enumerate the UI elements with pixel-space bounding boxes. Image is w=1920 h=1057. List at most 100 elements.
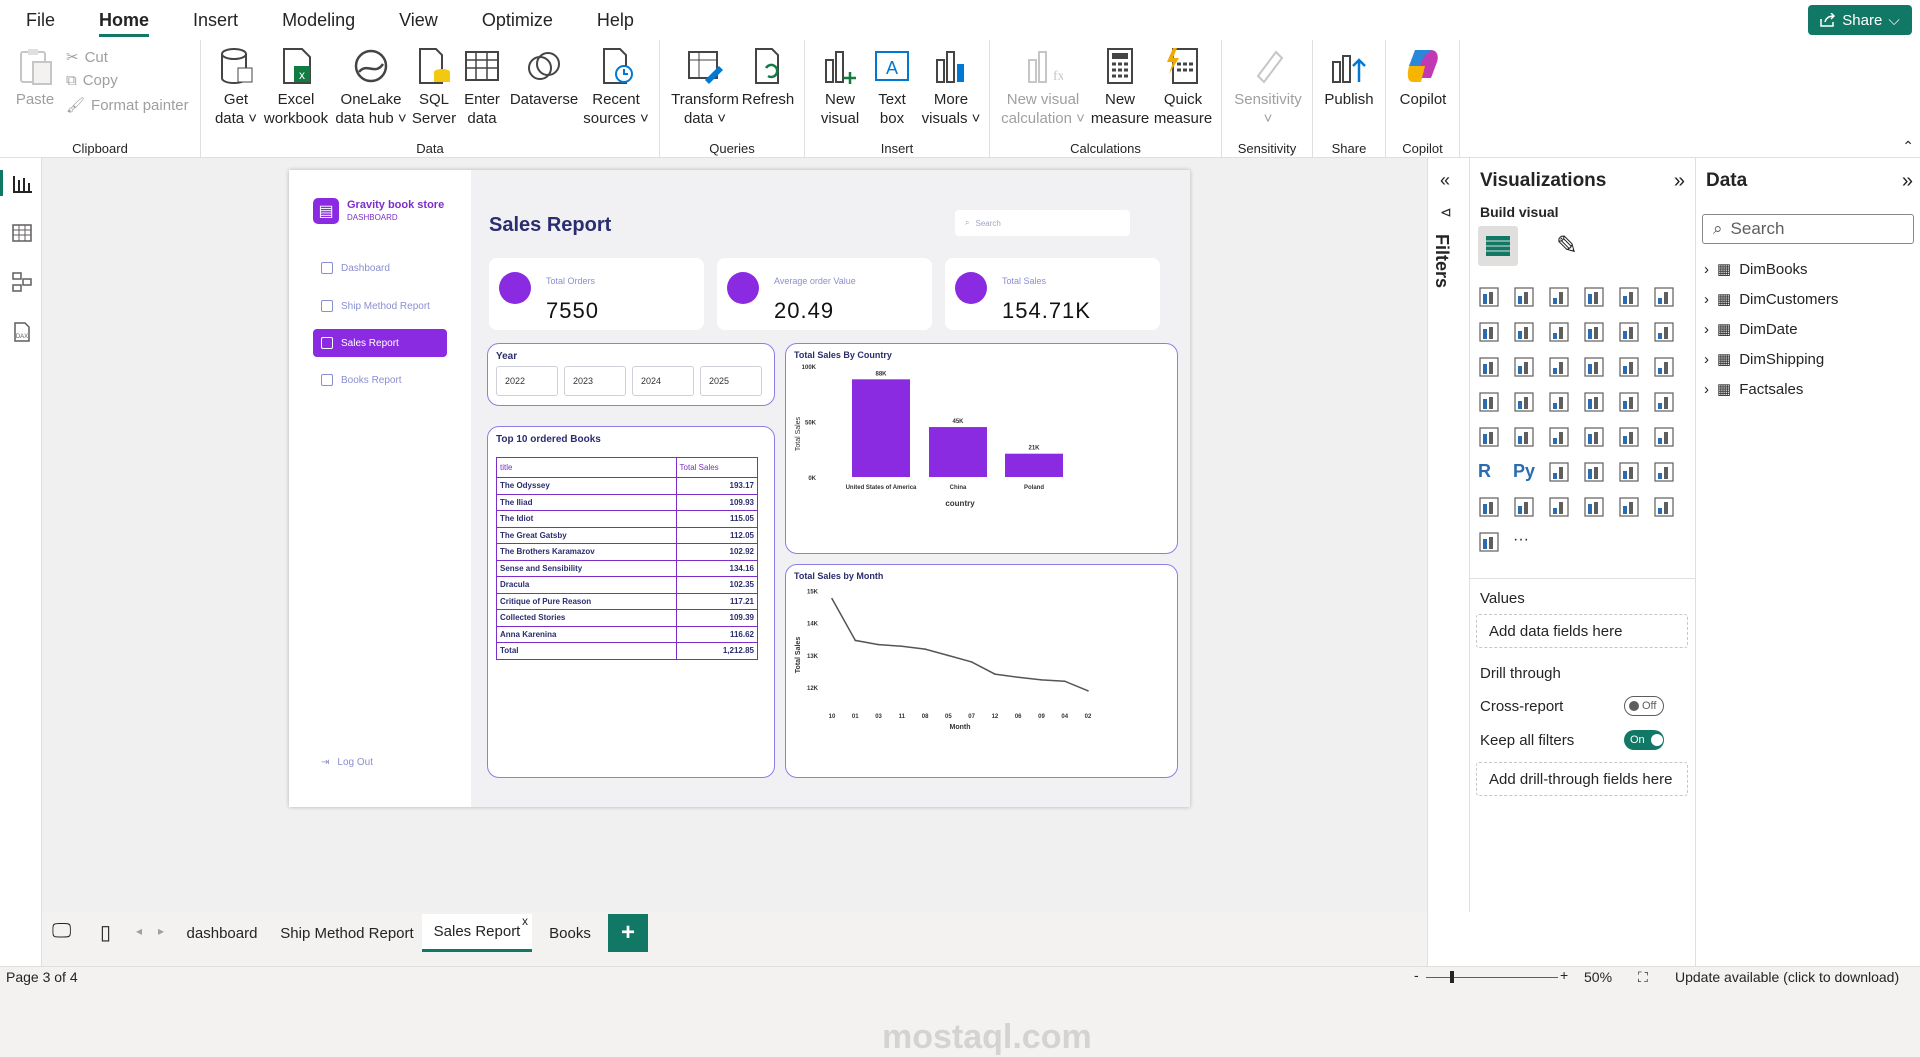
table-dimcustomers[interactable]: › ▦ DimCustomers [1704, 290, 1838, 309]
new-card-icon[interactable] [1548, 496, 1570, 518]
power-apps-icon[interactable] [1653, 496, 1675, 518]
table-row[interactable]: The Odyssey 193.17 [496, 477, 759, 495]
recent-sources-button[interactable]: Recent sources ˅ [581, 46, 651, 128]
new-slicer-icon[interactable] [1583, 496, 1605, 518]
filters-pane-collapsed[interactable]: « ⊲ Filters [1428, 158, 1470, 912]
report-view-icon[interactable] [11, 172, 33, 194]
menu-help[interactable]: Help [575, 0, 656, 40]
next-page-icon[interactable]: ▸ [158, 924, 164, 938]
cut-button[interactable]: ✂ Cut [66, 48, 108, 67]
treemap-icon[interactable] [1478, 391, 1500, 413]
table-row[interactable]: Collected Stories 109.39 [496, 609, 759, 627]
power-automate-icon[interactable] [1478, 531, 1500, 553]
tab-sales-report[interactable]: Sales Report x [422, 914, 532, 952]
year-option[interactable]: 2022 [496, 366, 558, 396]
menu-home[interactable]: Home [77, 0, 171, 40]
pie-chart-icon[interactable] [1618, 356, 1640, 378]
transform-data-button[interactable]: Transform data ˅ [670, 46, 740, 128]
funnel-chart-icon[interactable] [1548, 356, 1570, 378]
python-visual-icon[interactable]: Py [1513, 461, 1535, 483]
line-and-column-chart-icon[interactable] [1618, 321, 1640, 343]
gauge-icon[interactable] [1653, 391, 1675, 413]
onelake-data-hub-button[interactable]: OneLake data hub ˅ [333, 46, 409, 128]
scatter-chart-icon[interactable] [1583, 356, 1605, 378]
table-row[interactable]: The Idiot 115.05 [496, 510, 759, 528]
stacked-column-chart-icon[interactable] [1513, 286, 1535, 308]
line-and-stacked-column-chart-icon[interactable] [1653, 321, 1675, 343]
metrics-icon[interactable] [1478, 496, 1500, 518]
ribbon-chart-icon[interactable] [1478, 356, 1500, 378]
100-stacked-area-chart-icon[interactable] [1583, 321, 1605, 343]
more-visuals-icon[interactable]: ··· [1513, 531, 1535, 553]
shape-map-icon[interactable] [1583, 391, 1605, 413]
new-visual-calculation-button[interactable]: fx New visual calculation ˅ [998, 46, 1088, 128]
line-chart-icon[interactable] [1478, 321, 1500, 343]
donut-chart-icon[interactable] [1653, 356, 1675, 378]
table-row[interactable]: The Great Gatsby 112.05 [496, 526, 759, 544]
clustered-column-chart-icon[interactable] [1583, 286, 1605, 308]
keep-filters-toggle[interactable]: On [1624, 730, 1664, 750]
menu-optimize[interactable]: Optimize [460, 0, 575, 40]
new-measure-button[interactable]: New measure [1090, 46, 1150, 128]
year-option[interactable]: 2025 [700, 366, 762, 396]
menu-insert[interactable]: Insert [171, 0, 260, 40]
map-icon[interactable] [1513, 391, 1535, 413]
nav-sales-report[interactable]: Sales Report [313, 329, 447, 357]
copilot-button[interactable]: Copilot [1392, 46, 1454, 109]
dataverse-button[interactable]: Dataverse [509, 46, 579, 109]
build-visual-tab[interactable] [1478, 226, 1518, 266]
tab-dashboard[interactable]: dashboard [172, 914, 272, 952]
table-row[interactable]: Total 1,212.85 [496, 642, 759, 660]
arcgis-icon[interactable] [1618, 496, 1640, 518]
table-factsales[interactable]: › ▦ Factsales [1704, 380, 1803, 399]
values-drop-zone[interactable]: Add data fields here [1476, 614, 1688, 648]
drill-through-drop-zone[interactable]: Add drill-through fields here [1476, 762, 1688, 796]
stacked-bar-chart-icon[interactable] [1478, 286, 1500, 308]
menu-modeling[interactable]: Modeling [260, 0, 377, 40]
slicer-icon[interactable] [1583, 426, 1605, 448]
table-row[interactable]: Critique of Pure Reason 117.21 [496, 592, 759, 610]
decomposition-tree-icon[interactable] [1583, 461, 1605, 483]
data-search-input[interactable]: ⌕ Search [1702, 214, 1914, 244]
publish-button[interactable]: Publish [1319, 46, 1379, 109]
table-row[interactable]: Anna Karenina 116.62 [496, 625, 759, 643]
card-icon[interactable] [1478, 426, 1500, 448]
zoom-out-button[interactable]: - [1414, 967, 1419, 983]
report-search-input[interactable]: ⌕ Search [955, 210, 1130, 236]
collapse-chevron-icon[interactable]: » [1674, 170, 1685, 193]
tab-ship-method-report[interactable]: Ship Method Report [272, 914, 422, 952]
quick-measure-button[interactable]: Quick measure [1150, 46, 1216, 128]
model-view-icon[interactable] [11, 271, 33, 293]
dax-query-icon[interactable]: DAX [11, 321, 33, 343]
more-visuals-button[interactable]: More visuals ˅ [919, 46, 983, 128]
area-chart-icon[interactable] [1513, 321, 1535, 343]
table-dimdate[interactable]: › ▦ DimDate [1704, 320, 1798, 339]
table-row[interactable]: Sense and Sensibility 134.16 [496, 559, 759, 577]
paste-button[interactable]: Paste [14, 46, 56, 109]
expand-chevron-icon[interactable]: « [1440, 170, 1450, 191]
year-option[interactable]: 2023 [564, 366, 626, 396]
update-notice[interactable]: Update available (click to download) [1675, 969, 1899, 985]
year-option[interactable]: 2024 [632, 366, 694, 396]
desktop-layout-icon[interactable]: 🖵 [52, 920, 71, 943]
mobile-layout-icon[interactable]: ▯ [100, 920, 111, 945]
logout-link[interactable]: ⇥ Log Out [313, 748, 447, 776]
nav-dashboard[interactable]: Dashboard [313, 254, 447, 282]
tab-books[interactable]: Books [532, 914, 608, 952]
r-visual-icon[interactable]: R [1478, 461, 1500, 483]
100-stacked-column-chart-icon[interactable] [1653, 286, 1675, 308]
cross-report-toggle[interactable]: Off [1624, 696, 1664, 716]
copy-button[interactable]: ⧉ Copy [66, 72, 118, 89]
waterfall-chart-icon[interactable] [1513, 356, 1535, 378]
table-row[interactable]: The Brothers Karamazov 102.92 [496, 543, 759, 561]
format-visual-icon[interactable]: ✎ [1556, 230, 1578, 261]
text-box-button[interactable]: A Text box [869, 46, 915, 128]
table-view-icon[interactable] [11, 222, 33, 244]
clustered-bar-chart-icon[interactable] [1548, 286, 1570, 308]
close-icon[interactable]: x [522, 914, 528, 928]
nav-ship-method-report[interactable]: Ship Method Report [313, 292, 447, 320]
column-header[interactable]: Total Sales [675, 457, 759, 478]
collapse-ribbon-icon[interactable]: ⌃ [1902, 138, 1914, 155]
zoom-slider-thumb[interactable] [1450, 971, 1454, 983]
azure-map-icon[interactable] [1618, 391, 1640, 413]
